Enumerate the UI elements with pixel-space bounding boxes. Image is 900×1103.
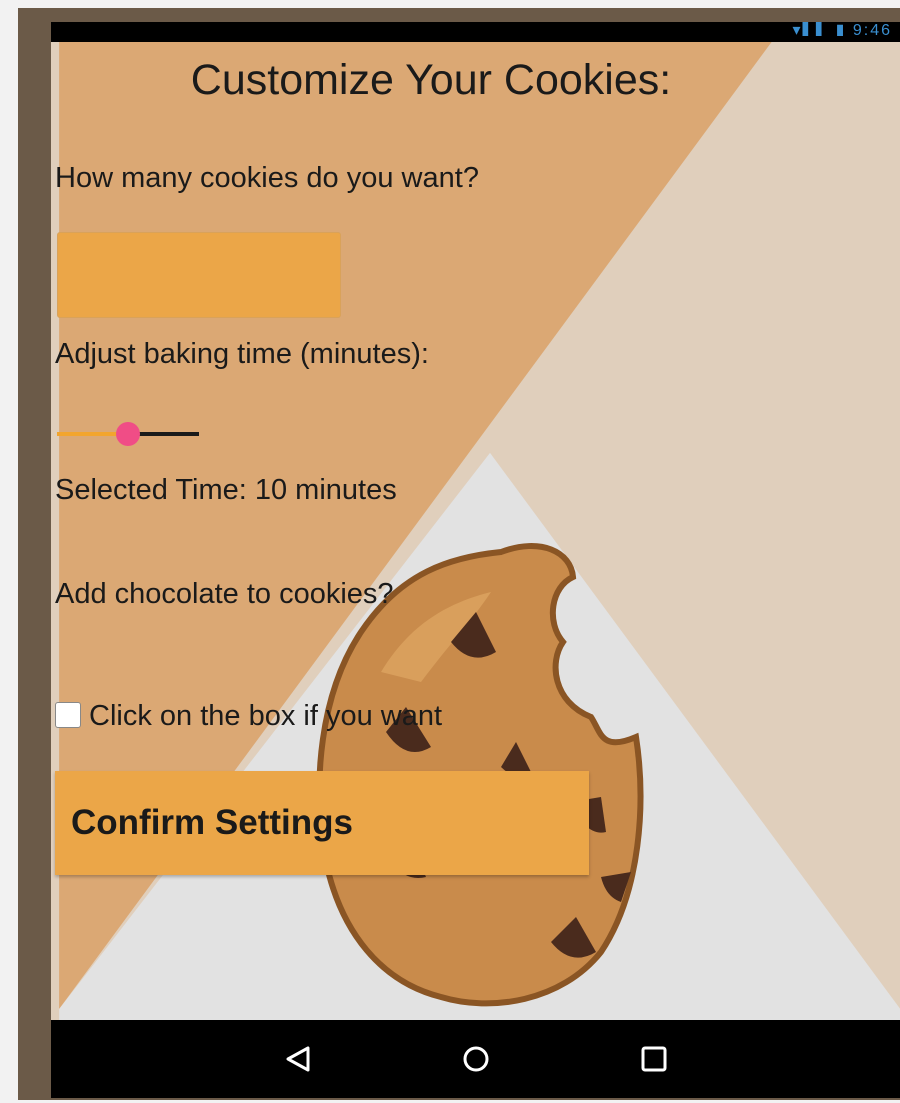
confirm-settings-button[interactable]: Confirm Settings [55,771,589,875]
slider-thumb[interactable] [116,422,140,446]
back-button[interactable] [273,1034,323,1084]
selected-time-text: Selected Time: 10 minutes [55,474,397,506]
cookie-count-input[interactable] [57,232,341,318]
app-screen: Customize Your Cookies: How many cookies… [51,42,900,1020]
status-icons: ▾▌▌ ▮ 9:46 [792,22,892,36]
baking-time-label: Adjust baking time (minutes): [55,338,429,370]
status-bar: ▾▌▌ ▮ 9:46 [51,22,900,42]
back-triangle-icon [286,1046,310,1072]
home-button[interactable] [451,1034,501,1084]
android-nav-bar [51,1020,900,1098]
baking-time-slider[interactable] [57,422,199,446]
chocolate-label: Add chocolate to cookies? [55,578,394,610]
recents-square-icon [641,1046,667,1072]
checkbox-label: Click on the box if you want [89,700,443,732]
recents-button[interactable] [629,1034,679,1084]
cookie-count-label: How many cookies do you want? [55,162,479,194]
page-title: Customize Your Cookies: [190,56,672,104]
chocolate-checkbox[interactable] [55,702,81,728]
home-circle-icon [463,1046,489,1072]
device-screen-frame: ▾▌▌ ▮ 9:46 Customize Your Cookies: How m… [51,22,900,1098]
